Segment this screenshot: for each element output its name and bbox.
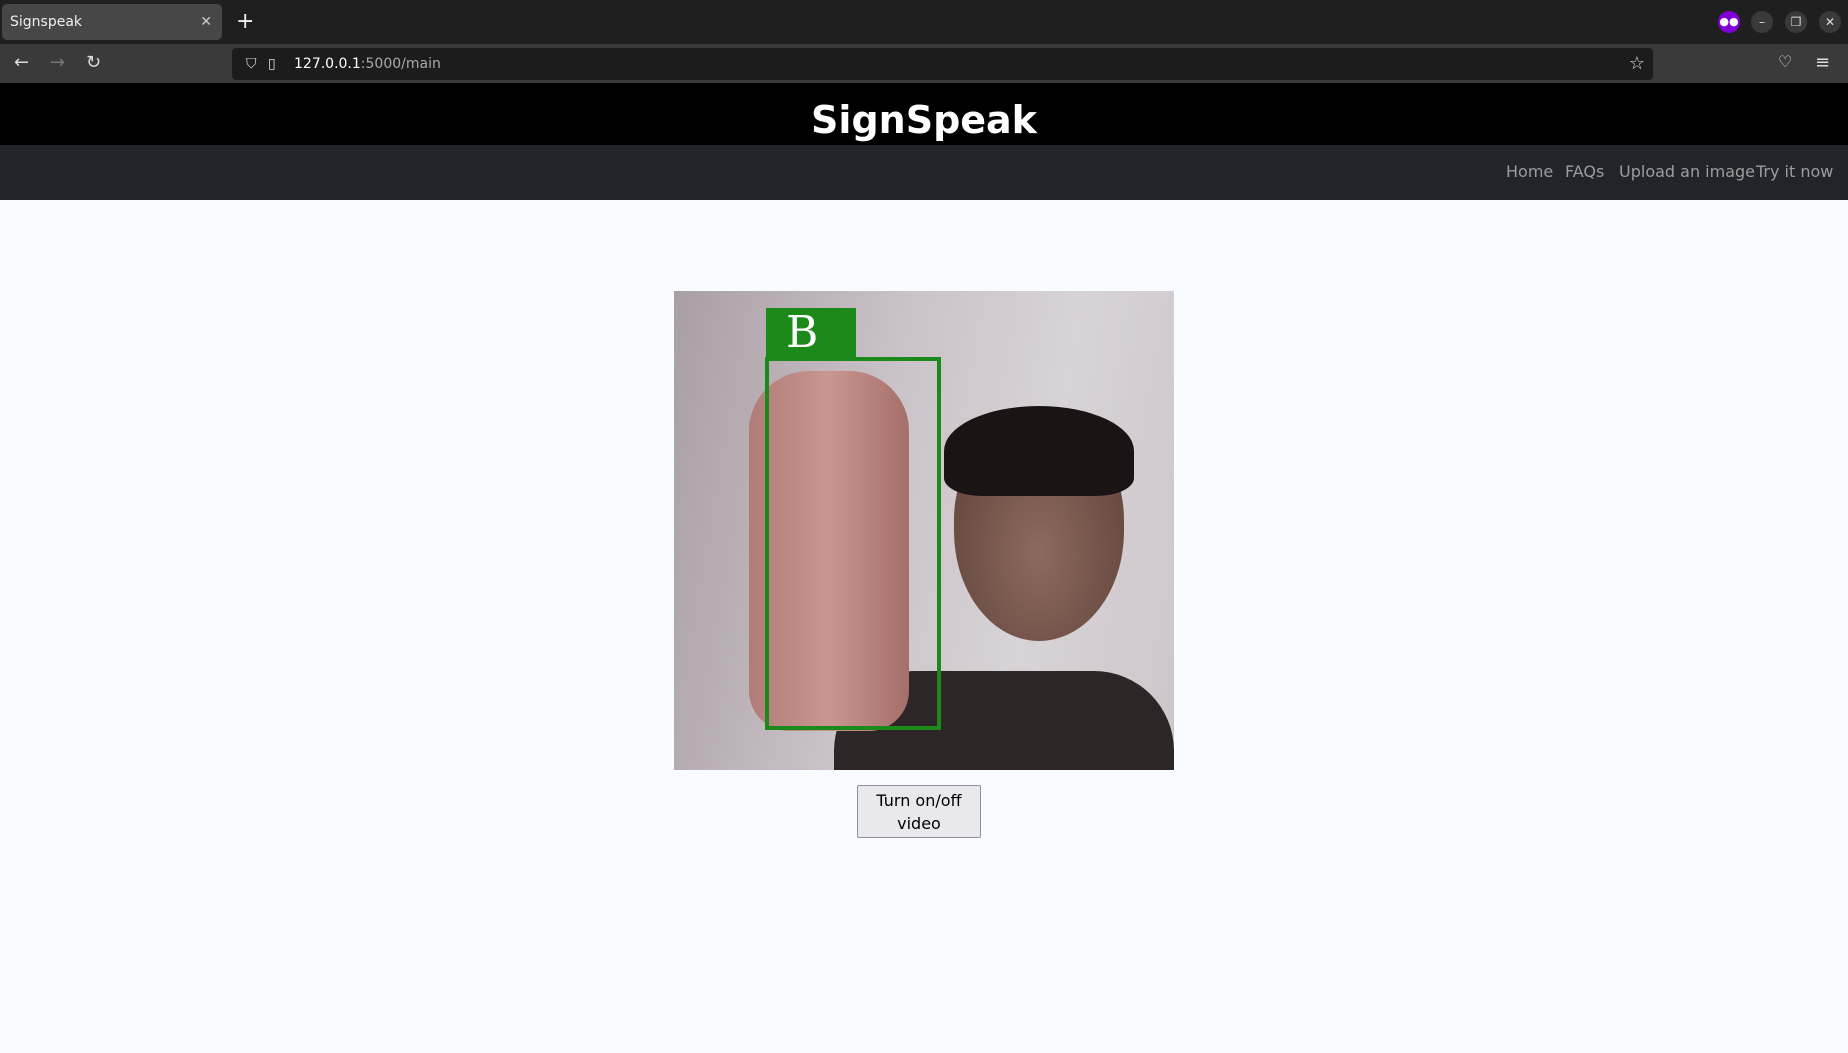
- toolbar: ← → ↻ ⛉ ▯ 127.0.0.1:5000/main ☆ ♡ ≡: [0, 44, 1848, 83]
- browser-tab[interactable]: Signspeak ✕: [2, 4, 222, 40]
- nav-upload-image[interactable]: Upload an image: [1619, 162, 1755, 181]
- close-tab-icon[interactable]: ✕: [200, 4, 212, 40]
- new-tab-icon[interactable]: +: [236, 4, 254, 40]
- video-feed: B: [674, 291, 1174, 770]
- detection-label: B: [766, 308, 856, 358]
- site-title: SignSpeak: [0, 83, 1848, 145]
- forward-icon[interactable]: →: [50, 52, 65, 73]
- page-icon: ▯: [268, 56, 276, 72]
- detection-box: [765, 357, 941, 730]
- bookmark-star-icon[interactable]: ☆: [1629, 48, 1645, 80]
- nav-faqs[interactable]: FAQs: [1565, 162, 1604, 181]
- nav-home[interactable]: Home: [1506, 162, 1553, 181]
- back-icon[interactable]: ←: [14, 52, 29, 73]
- reload-icon[interactable]: ↻: [86, 52, 101, 73]
- pocket-icon[interactable]: ♡: [1778, 52, 1792, 71]
- private-browsing-icon: ●●: [1718, 11, 1740, 33]
- navbar: Home FAQs Upload an image Try it now: [0, 145, 1848, 200]
- toggle-video-button[interactable]: Turn on/off video: [857, 785, 981, 838]
- tab-title: Signspeak: [10, 14, 83, 30]
- url-host: 127.0.0.1: [294, 56, 361, 72]
- address-bar[interactable]: ⛉ ▯ 127.0.0.1:5000/main ☆: [232, 48, 1653, 80]
- minimize-icon[interactable]: –: [1751, 11, 1773, 33]
- restore-icon[interactable]: ❐: [1785, 11, 1807, 33]
- menu-icon[interactable]: ≡: [1815, 52, 1830, 73]
- tab-bar: Signspeak ✕ + ●● – ❐ ✕: [0, 0, 1848, 44]
- person-hair: [944, 406, 1134, 496]
- shield-icon[interactable]: ⛉: [246, 48, 257, 80]
- url-path: :5000/main: [360, 56, 441, 72]
- nav-try-it-now[interactable]: Try it now: [1756, 162, 1833, 181]
- close-window-icon[interactable]: ✕: [1819, 11, 1841, 33]
